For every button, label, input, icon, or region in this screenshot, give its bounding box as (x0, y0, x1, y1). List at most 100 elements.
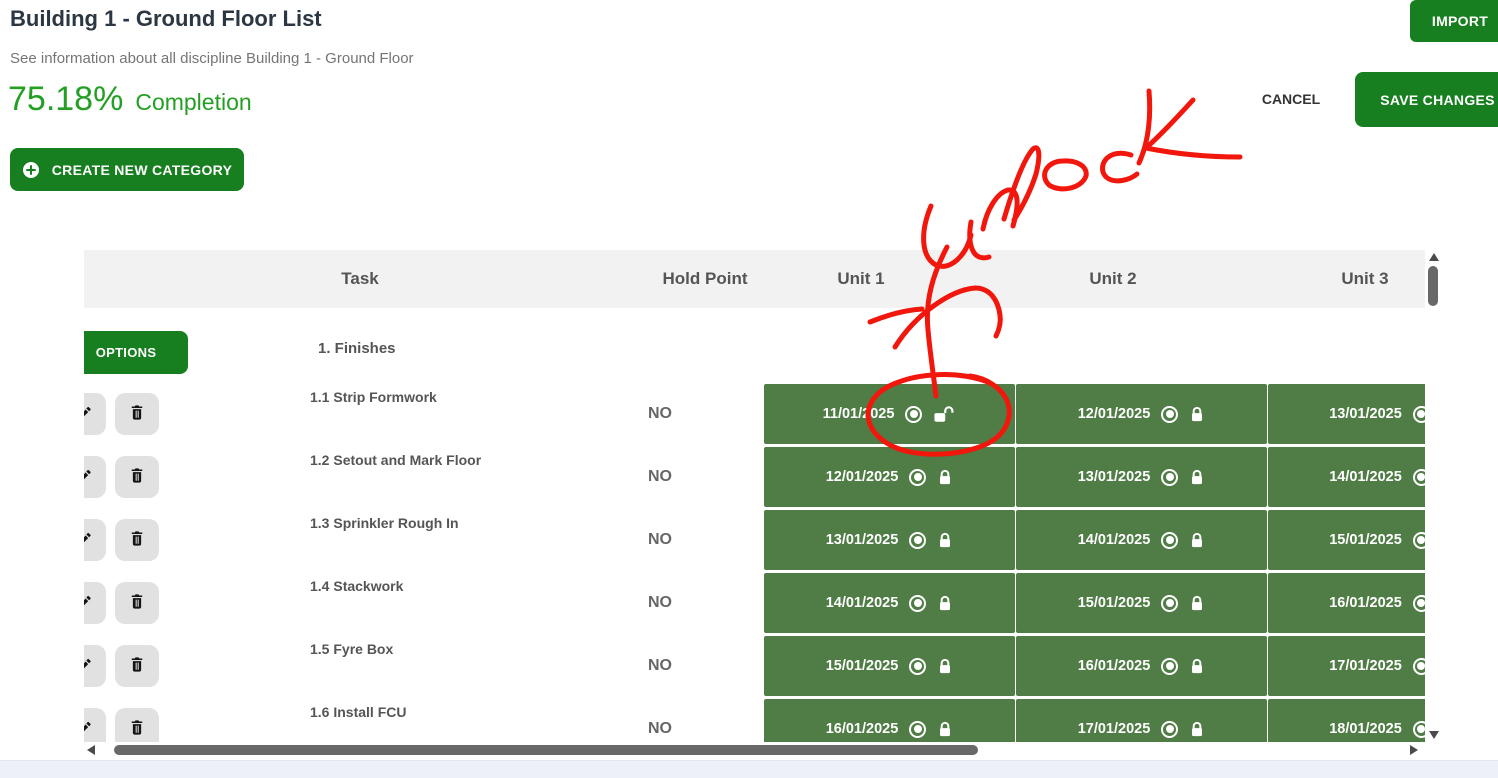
completion-stat: 75.18% Completion (8, 80, 252, 119)
task-row: 1.5 Fyre BoxNO15/01/202516/01/202517/01/… (84, 636, 1425, 699)
cell-date: 17/01/2025 (1078, 721, 1151, 737)
hold-point-value: NO (648, 405, 672, 423)
vertical-scrollbar[interactable] (1426, 250, 1440, 742)
unit-date-cell[interactable]: 16/01/2025 (1016, 636, 1267, 696)
unit-date-cell[interactable]: 17/01/2025 (1268, 636, 1425, 696)
delete-task-button[interactable] (115, 645, 159, 687)
horizontal-scrollbar[interactable] (84, 742, 1425, 758)
radio-selected-icon[interactable] (1161, 406, 1178, 423)
vertical-scrollbar-thumb[interactable] (1428, 266, 1438, 306)
radio-selected-icon[interactable] (1413, 658, 1425, 675)
unit-date-cell[interactable]: 14/01/2025 (1016, 510, 1267, 570)
pencil-icon (84, 404, 93, 425)
unit-date-cell[interactable]: 12/01/2025 (764, 447, 1015, 507)
radio-selected-icon[interactable] (909, 532, 926, 549)
radio-selected-icon[interactable] (1413, 532, 1425, 549)
pencil-icon (84, 593, 93, 614)
lock-closed-icon[interactable] (1189, 405, 1205, 424)
annotation-letter-c (1103, 153, 1137, 181)
edit-task-button[interactable] (84, 393, 106, 435)
unit-date-cell[interactable]: 13/01/2025 (764, 510, 1015, 570)
radio-selected-icon[interactable] (1413, 406, 1425, 423)
unit-date-cell[interactable]: 13/01/2025 (1268, 384, 1425, 444)
annotation-letter-k-arm (1146, 100, 1240, 157)
import-button[interactable]: IMPORT (1410, 0, 1498, 42)
edit-task-button[interactable] (84, 519, 106, 561)
trash-icon (128, 529, 146, 551)
unit-date-cell[interactable]: 14/01/2025 (764, 573, 1015, 633)
save-changes-button[interactable]: SAVE CHANGES (1355, 72, 1498, 127)
completion-percentage: 75.18% (8, 80, 123, 119)
unit-date-cell[interactable]: 14/01/2025 (1268, 447, 1425, 507)
lock-closed-icon[interactable] (1189, 531, 1205, 550)
radio-selected-icon[interactable] (1161, 595, 1178, 612)
lock-closed-icon[interactable] (937, 720, 953, 739)
lock-closed-icon[interactable] (1189, 720, 1205, 739)
radio-selected-icon[interactable] (1161, 532, 1178, 549)
unit-date-cell[interactable]: 11/01/2025 (764, 384, 1015, 444)
radio-selected-icon[interactable] (909, 658, 926, 675)
radio-selected-icon[interactable] (1161, 721, 1178, 738)
pencil-icon (84, 467, 93, 488)
radio-selected-icon[interactable] (1161, 658, 1178, 675)
lock-closed-icon[interactable] (1189, 657, 1205, 676)
hold-point-value: NO (648, 657, 672, 675)
page-subtitle: See information about all discipline Bui… (10, 50, 414, 67)
task-table: Task Hold Point Unit 1 Unit 2 Unit 3 OPT… (84, 250, 1440, 758)
delete-task-button[interactable] (115, 519, 159, 561)
task-row: 1.3 Sprinkler Rough InNO13/01/202514/01/… (84, 510, 1425, 573)
column-header-task: Task (341, 269, 379, 289)
page-title: Building 1 - Ground Floor List (10, 6, 322, 32)
column-header-unit-2: Unit 2 (1089, 269, 1136, 289)
trash-icon (128, 466, 146, 488)
lock-closed-icon[interactable] (937, 531, 953, 550)
cell-date: 16/01/2025 (1329, 595, 1402, 611)
edit-task-button[interactable] (84, 582, 106, 624)
plus-circle-icon (22, 161, 40, 179)
radio-selected-icon[interactable] (909, 595, 926, 612)
cell-date: 15/01/2025 (826, 658, 899, 674)
radio-selected-icon[interactable] (909, 469, 926, 486)
cell-date: 12/01/2025 (826, 469, 899, 485)
task-name: 1.3 Sprinkler Rough In (310, 515, 459, 531)
annotation-letter-n (983, 190, 1017, 229)
edit-task-button[interactable] (84, 456, 106, 498)
radio-selected-icon[interactable] (1413, 595, 1425, 612)
unit-date-cell[interactable]: 15/01/2025 (764, 636, 1015, 696)
pencil-icon (84, 719, 93, 740)
scroll-up-icon[interactable] (1429, 253, 1439, 261)
category-options-button[interactable]: OPTIONS (84, 331, 188, 374)
lock-closed-icon[interactable] (1189, 468, 1205, 487)
delete-task-button[interactable] (115, 393, 159, 435)
cancel-button[interactable]: CANCEL (1256, 88, 1326, 110)
radio-selected-icon[interactable] (905, 406, 922, 423)
scroll-right-icon[interactable] (1410, 745, 1418, 755)
delete-task-button[interactable] (115, 456, 159, 498)
trash-icon (128, 655, 146, 677)
task-name: 1.4 Stackwork (310, 578, 403, 594)
unit-date-cell[interactable]: 15/01/2025 (1016, 573, 1267, 633)
radio-selected-icon[interactable] (909, 721, 926, 738)
scroll-down-icon[interactable] (1429, 731, 1439, 739)
edit-task-button[interactable] (84, 645, 106, 687)
unit-date-cell[interactable]: 13/01/2025 (1016, 447, 1267, 507)
hold-point-value: NO (648, 594, 672, 612)
delete-task-button[interactable] (115, 582, 159, 624)
lock-open-icon[interactable] (933, 405, 956, 424)
horizontal-scrollbar-thumb[interactable] (114, 745, 978, 755)
unit-date-cell[interactable]: 12/01/2025 (1016, 384, 1267, 444)
radio-selected-icon[interactable] (1413, 721, 1425, 738)
lock-closed-icon[interactable] (1189, 594, 1205, 613)
task-row: 1.4 Stackwork NO 14/01/202515/01/2025 16/01… (84, 573, 1425, 636)
create-new-category-button[interactable]: CREATE NEW CATEGORY (10, 148, 244, 191)
unit-date-cell[interactable]: 16/01/2025 (1268, 573, 1425, 633)
lock-closed-icon[interactable] (937, 468, 953, 487)
radio-selected-icon[interactable] (1161, 469, 1178, 486)
unit-date-cell[interactable]: 15/01/2025 (1268, 510, 1425, 570)
cell-date: 13/01/2025 (1078, 469, 1151, 485)
scroll-left-icon[interactable] (87, 745, 95, 755)
lock-closed-icon[interactable] (937, 657, 953, 676)
footer-strip (0, 760, 1498, 778)
radio-selected-icon[interactable] (1413, 469, 1425, 486)
lock-closed-icon[interactable] (937, 594, 953, 613)
